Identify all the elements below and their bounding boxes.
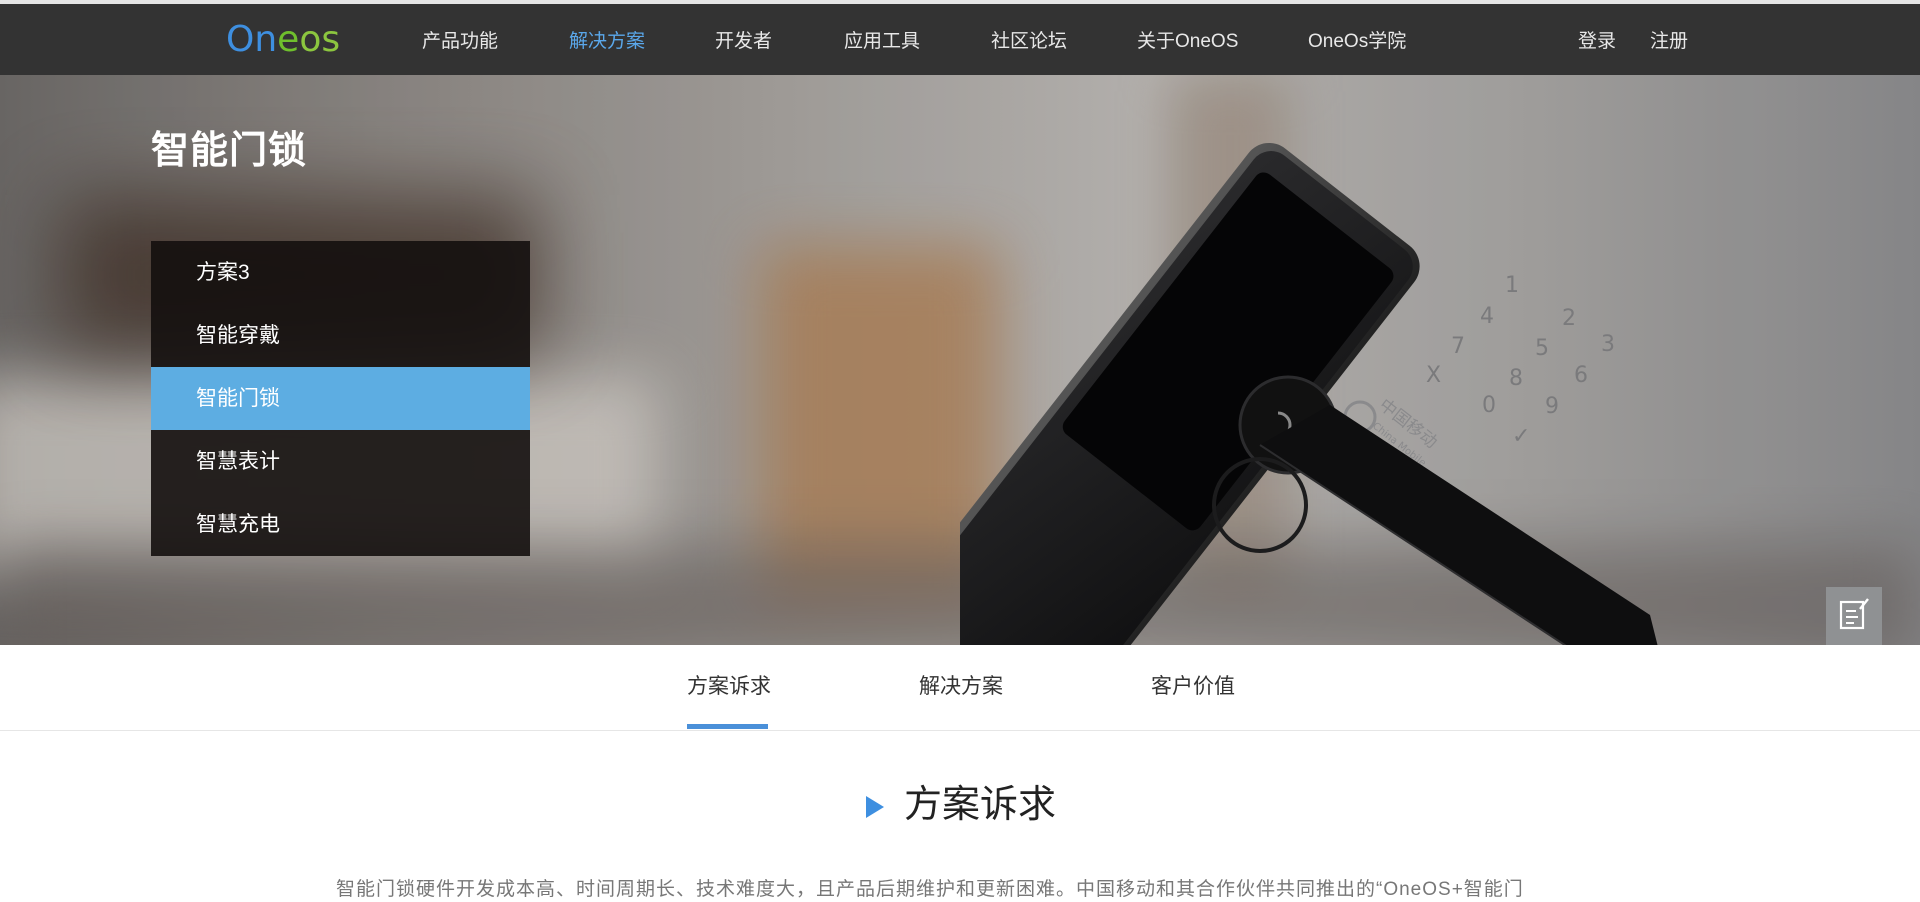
- banner-title: 智能门锁: [151, 130, 308, 172]
- keypad-digit: 5: [1535, 336, 1549, 361]
- section-title: 方案诉求: [904, 784, 1057, 826]
- smart-lock-product-image: 1 2 3 4 5 6 7 8 9 X 0 ✓ 中国移动 China Mobil…: [960, 142, 1658, 645]
- feedback-edit-icon: [1839, 598, 1869, 630]
- keypad-digit: 0: [1482, 393, 1496, 418]
- oneos-logo[interactable]: Oneos: [226, 16, 340, 64]
- side-menu-item-smart-wearable[interactable]: 智能穿戴: [151, 304, 530, 367]
- nav-developers[interactable]: 开发者: [715, 28, 772, 56]
- register-link[interactable]: 注册: [1650, 28, 1688, 56]
- keypad-digit: ✓: [1512, 424, 1530, 449]
- nav-community-forum[interactable]: 社区论坛: [991, 28, 1067, 56]
- keypad-digit: 6: [1574, 363, 1588, 388]
- side-menu-item-smart-lock[interactable]: 智能门锁: [151, 367, 530, 430]
- tab-customer-value[interactable]: 客户价值: [1151, 673, 1235, 701]
- side-menu-item-plan3[interactable]: 方案3: [151, 241, 530, 304]
- keypad-digit: 7: [1451, 334, 1465, 359]
- login-link[interactable]: 登录: [1578, 28, 1616, 56]
- keypad-digit: 2: [1562, 306, 1576, 331]
- play-arrow-icon: [866, 796, 884, 818]
- section-tabs: 方案诉求 解决方案 客户价值: [0, 645, 1920, 731]
- lock-handle: [1260, 405, 1658, 645]
- nav-about-oneos[interactable]: 关于OneOS: [1137, 28, 1238, 56]
- keypad-digit: 9: [1545, 394, 1559, 419]
- active-tab-underline: [687, 724, 768, 729]
- solution-side-menu: 方案3 智能穿戴 智能门锁 智慧表计 智慧充电: [151, 241, 530, 556]
- nav-oneos-academy[interactable]: OneOs学院: [1308, 28, 1406, 56]
- tab-requirements[interactable]: 方案诉求: [687, 673, 771, 701]
- nav-solutions[interactable]: 解决方案: [569, 28, 645, 56]
- section-paragraph: 智能门锁硬件开发成本高、时间周期长、技术难度大，且产品后期维护和更新困难。中国移…: [336, 879, 1524, 900]
- lock-keypad: 1 2 3 4 5 6 7 8 9 X 0 ✓: [1426, 273, 1615, 449]
- keypad-digit: X: [1426, 363, 1441, 388]
- keypad-digit: 3: [1601, 332, 1615, 357]
- top-navbar: Oneos 产品功能 解决方案 开发者 应用工具 社区论坛 关于OneOS On…: [0, 0, 1920, 75]
- side-menu-item-smart-charging[interactable]: 智慧充电: [151, 493, 530, 556]
- nav-product-features[interactable]: 产品功能: [422, 28, 498, 56]
- feedback-button[interactable]: [1826, 587, 1882, 643]
- keypad-digit: 4: [1480, 304, 1494, 329]
- tab-solution[interactable]: 解决方案: [919, 673, 1003, 701]
- side-menu-item-smart-meter[interactable]: 智慧表计: [151, 430, 530, 493]
- keypad-digit: 8: [1509, 366, 1523, 391]
- keypad-digit: 1: [1505, 273, 1519, 298]
- nav-app-tools[interactable]: 应用工具: [844, 28, 920, 56]
- hero-banner: 智能门锁 方案3 智能穿戴 智能门锁 智慧表计 智慧充电 1 2 3 4 5 6…: [0, 75, 1920, 645]
